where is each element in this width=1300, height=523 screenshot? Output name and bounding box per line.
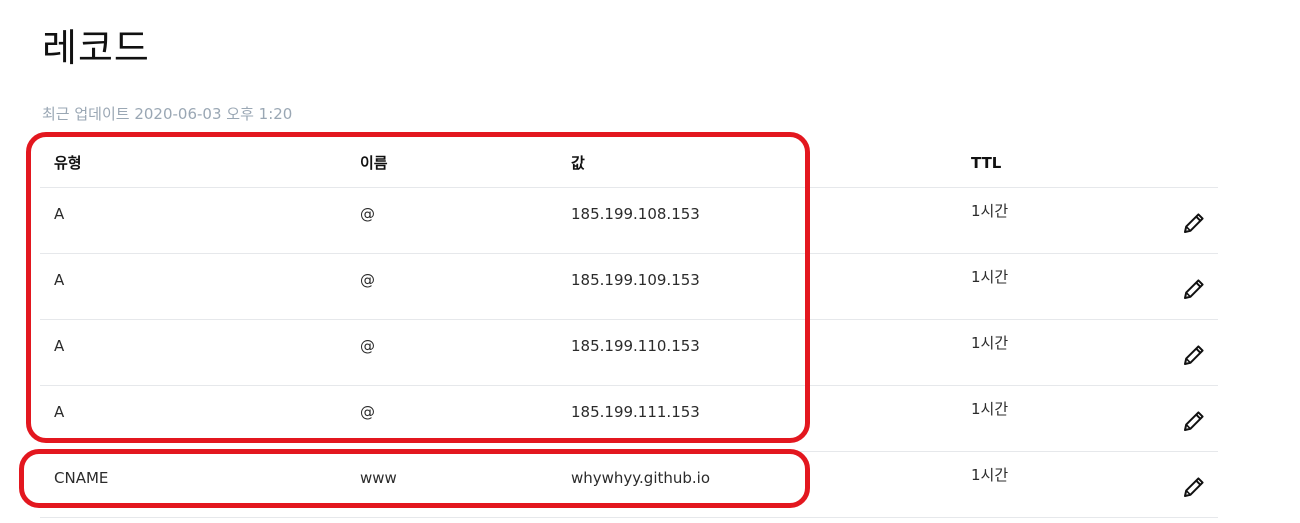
record-type: CNAME <box>54 469 109 487</box>
edit-record-button[interactable] <box>1181 474 1207 500</box>
record-type: A <box>54 337 65 355</box>
pencil-icon <box>1184 213 1204 233</box>
dns-records-table: 유형 이름 값 TTL A @ 185.199.108.153 1시간 A @ … <box>40 140 1218 518</box>
header-type: 유형 <box>54 154 82 172</box>
record-value: 185.199.109.153 <box>571 271 700 289</box>
record-name: @ <box>360 337 375 355</box>
pencil-icon <box>1184 345 1204 365</box>
record-type: A <box>54 271 65 289</box>
record-ttl: 1시간 <box>971 400 1009 418</box>
record-value: 185.199.110.153 <box>571 337 700 355</box>
header-ttl: TTL <box>971 154 1002 172</box>
table-row: A @ 185.199.111.153 1시간 <box>40 386 1218 452</box>
table-row: A @ 185.199.108.153 1시간 <box>40 188 1218 254</box>
record-value: 185.199.111.153 <box>571 403 700 421</box>
record-name: @ <box>360 403 375 421</box>
record-ttl: 1시간 <box>971 268 1009 286</box>
record-name: www <box>360 469 397 487</box>
edit-record-button[interactable] <box>1181 276 1207 302</box>
record-type: A <box>54 205 65 223</box>
table-row: CNAME www whywhyy.github.io 1시간 <box>40 452 1218 518</box>
record-ttl: 1시간 <box>971 466 1009 484</box>
table-row: A @ 185.199.110.153 1시간 <box>40 320 1218 386</box>
page-title: 레코드 <box>42 26 150 70</box>
header-value: 값 <box>571 154 585 172</box>
edit-record-button[interactable] <box>1181 210 1207 236</box>
edit-record-button[interactable] <box>1181 342 1207 368</box>
record-type: A <box>54 403 65 421</box>
last-updated-text: 최근 업데이트 2020-06-03 오후 1:20 <box>42 105 293 123</box>
record-name: @ <box>360 205 375 223</box>
record-ttl: 1시간 <box>971 334 1009 352</box>
record-name: @ <box>360 271 375 289</box>
record-value: 185.199.108.153 <box>571 205 700 223</box>
record-ttl: 1시간 <box>971 202 1009 220</box>
edit-record-button[interactable] <box>1181 408 1207 434</box>
header-name: 이름 <box>360 154 388 172</box>
table-header-row: 유형 이름 값 TTL <box>40 140 1218 188</box>
table-row: A @ 185.199.109.153 1시간 <box>40 254 1218 320</box>
pencil-icon <box>1184 279 1204 299</box>
pencil-icon <box>1184 411 1204 431</box>
pencil-icon <box>1184 477 1204 497</box>
record-value: whywhyy.github.io <box>571 469 711 487</box>
